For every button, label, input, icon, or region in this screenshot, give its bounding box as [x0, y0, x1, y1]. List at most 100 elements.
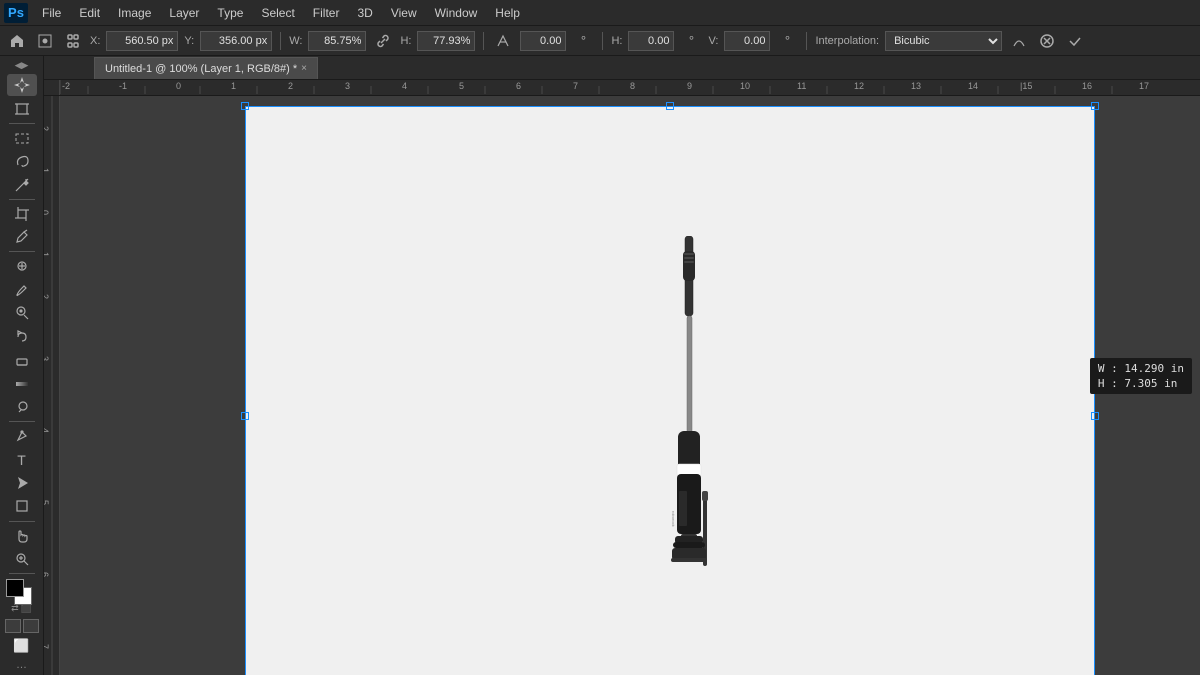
- shape-tool[interactable]: [7, 495, 37, 517]
- h-label: H:: [400, 35, 411, 47]
- screen-mode-icon[interactable]: ⬜: [13, 638, 29, 654]
- clone-stamp-tool[interactable]: [7, 302, 37, 324]
- menu-view[interactable]: View: [383, 4, 425, 22]
- menu-window[interactable]: Window: [427, 4, 486, 22]
- ruler-content-area: -2 -1 0 1 2 3 4: [44, 80, 1200, 675]
- transform-handle-mr[interactable]: [1091, 412, 1099, 420]
- w-input[interactable]: [308, 31, 366, 51]
- text-tool[interactable]: T: [7, 448, 37, 470]
- tool-sep-6: [9, 573, 35, 574]
- menu-select[interactable]: Select: [253, 4, 302, 22]
- brush-tool[interactable]: [7, 279, 37, 301]
- h-input[interactable]: [417, 31, 475, 51]
- menu-bar: Ps File Edit Image Layer Type Select Fil…: [0, 0, 1200, 26]
- spot-heal-tool[interactable]: [7, 255, 37, 277]
- sep4: [806, 32, 807, 50]
- transform-handle-tc[interactable]: [666, 102, 674, 110]
- home-icon[interactable]: [6, 30, 28, 52]
- transform-handle-tl[interactable]: [241, 102, 249, 110]
- svg-text:1: 1: [231, 81, 236, 91]
- document-tab-close[interactable]: ×: [301, 63, 307, 74]
- toolbox: ◀▶: [0, 56, 44, 675]
- menu-help[interactable]: Help: [487, 4, 528, 22]
- cancel-transform-button[interactable]: [1036, 30, 1058, 52]
- transform-handle-tr[interactable]: [1091, 102, 1099, 110]
- hand-tool[interactable]: [7, 524, 37, 546]
- svg-text:3: 3: [345, 81, 350, 91]
- interpolation-label: Interpolation:: [815, 35, 879, 47]
- content-row: 2 1 0 1 2 3 4 5 6 7: [44, 96, 1200, 675]
- vacuum-image: roborock: [645, 121, 735, 675]
- menu-file[interactable]: File: [34, 4, 69, 22]
- pen-tool[interactable]: [7, 425, 37, 447]
- svg-text:9: 9: [687, 81, 692, 91]
- standard-mode-icon[interactable]: [5, 619, 21, 633]
- chain-link-icon[interactable]: [372, 30, 394, 52]
- artboard-tool[interactable]: [7, 97, 37, 119]
- tool-sep-1: [9, 123, 35, 124]
- color-swatch-area[interactable]: [6, 579, 38, 600]
- h-ruler-svg: -2 -1 0 1 2 3 4: [60, 80, 1200, 94]
- warp-icon[interactable]: [1008, 30, 1030, 52]
- h-skew-input[interactable]: [628, 31, 674, 51]
- ref-point-link-icon[interactable]: [62, 30, 84, 52]
- document-tab[interactable]: Untitled-1 @ 100% (Layer 1, RGB/8#) * ×: [94, 57, 318, 79]
- svg-text:17: 17: [1139, 81, 1149, 91]
- vertical-ruler: 2 1 0 1 2 3 4 5 6 7: [44, 96, 60, 675]
- svg-text:7: 7: [573, 81, 578, 91]
- menu-edit[interactable]: Edit: [71, 4, 108, 22]
- svg-text:3: 3: [44, 356, 50, 361]
- magic-wand-tool[interactable]: [7, 173, 37, 195]
- w-label: W:: [289, 35, 302, 47]
- transform-handle-ml[interactable]: [241, 412, 249, 420]
- marquee-rect-tool[interactable]: [7, 127, 37, 149]
- eraser-tool[interactable]: [7, 349, 37, 371]
- svg-text:5: 5: [44, 500, 50, 505]
- svg-text:5: 5: [459, 81, 464, 91]
- svg-text:4: 4: [402, 81, 407, 91]
- gradient-tool[interactable]: [7, 372, 37, 394]
- more-tools-icon[interactable]: …: [16, 659, 27, 671]
- quick-mask-icon[interactable]: [23, 619, 39, 633]
- svg-text:-1: -1: [119, 81, 127, 91]
- tab-bar: Untitled-1 @ 100% (Layer 1, RGB/8#) * ×: [44, 56, 1200, 80]
- svg-text:2: 2: [44, 126, 50, 131]
- tool-sep-3: [9, 251, 35, 252]
- tool-sep-2: [9, 199, 35, 200]
- tool-sep-4: [9, 421, 35, 422]
- dodge-tool[interactable]: [7, 396, 37, 418]
- svg-text:2: 2: [288, 81, 293, 91]
- menu-image[interactable]: Image: [110, 4, 159, 22]
- foreground-color-swatch[interactable]: [6, 579, 24, 597]
- lasso-tool[interactable]: [7, 150, 37, 172]
- path-select-tool[interactable]: [7, 472, 37, 494]
- y-label: Y:: [184, 35, 194, 47]
- ps-logo: Ps: [4, 3, 28, 23]
- vacuum-svg: roborock: [650, 236, 730, 576]
- zoom-tool[interactable]: [7, 548, 37, 570]
- eyedropper-tool[interactable]: [7, 226, 37, 248]
- panel-arrow[interactable]: ◀▶: [15, 60, 29, 71]
- move-tool[interactable]: [7, 74, 37, 96]
- confirm-transform-button[interactable]: [1064, 30, 1086, 52]
- menu-layer[interactable]: Layer: [161, 4, 207, 22]
- main-area: ◀▶: [0, 56, 1200, 675]
- angle-input[interactable]: [520, 31, 566, 51]
- tool-sep-5: [9, 521, 35, 522]
- menu-filter[interactable]: Filter: [305, 4, 348, 22]
- menu-3d[interactable]: 3D: [349, 4, 380, 22]
- interpolation-select[interactable]: Bicubic Bilinear Nearest Neighbor: [885, 31, 1002, 51]
- v-skew-input[interactable]: [724, 31, 770, 51]
- x-label: X:: [90, 35, 100, 47]
- canvas-document: roborock: [245, 106, 1095, 675]
- canvas-viewport[interactable]: roborock: [60, 96, 1200, 675]
- crop-tool[interactable]: [7, 203, 37, 225]
- svg-text:11: 11: [797, 81, 806, 91]
- menu-type[interactable]: Type: [209, 4, 251, 22]
- transform-ref-point-icon[interactable]: [34, 30, 56, 52]
- history-brush-tool[interactable]: [7, 325, 37, 347]
- svg-text:roborock: roborock: [671, 511, 676, 527]
- x-input[interactable]: [106, 31, 178, 51]
- h-skew-label: H:: [611, 35, 622, 47]
- y-input[interactable]: [200, 31, 272, 51]
